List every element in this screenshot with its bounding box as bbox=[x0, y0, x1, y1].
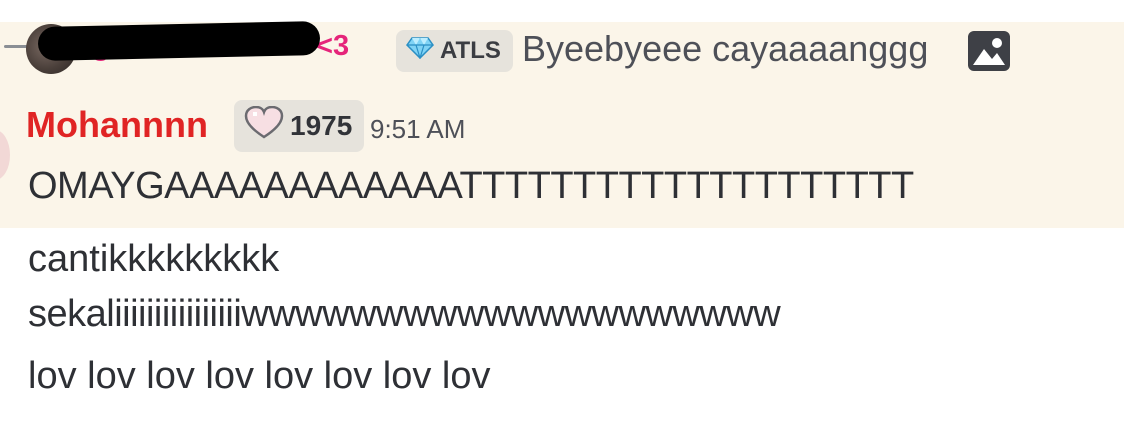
message-author-name[interactable]: Mohannnn bbox=[26, 104, 208, 146]
image-icon[interactable] bbox=[968, 31, 1010, 71]
reply-role-badge-label: ATLS bbox=[440, 37, 501, 64]
message-content[interactable]: OMAYGAAAAAAAAAAAATTTTTTTTTTTTTTTTTTTT bbox=[28, 165, 914, 208]
followup-message[interactable]: sekaliiiiiiiiiiiiiiiiwwwwwwwwwwwwwwwwwww… bbox=[28, 293, 781, 336]
chat-view: g Icuaaan lovee <3 ATLS Byeebyeee cayaaa… bbox=[0, 0, 1124, 429]
reply-content[interactable]: Byeebyeee cayaaaanggg bbox=[522, 28, 928, 70]
reply-role-badge[interactable]: ATLS bbox=[396, 30, 513, 72]
author-badge-value: 1975 bbox=[290, 110, 353, 141]
heart-icon bbox=[244, 105, 284, 147]
redaction-mark bbox=[37, 21, 321, 61]
author-badge[interactable]: 1975 bbox=[234, 100, 365, 152]
gem-icon bbox=[406, 36, 434, 66]
followup-message[interactable]: cantikkkkkkkkk bbox=[28, 238, 279, 281]
followup-message[interactable]: lov lov lov lov lov lov lov lov bbox=[28, 355, 491, 398]
message-timestamp[interactable]: 9:51 AM bbox=[370, 114, 465, 145]
